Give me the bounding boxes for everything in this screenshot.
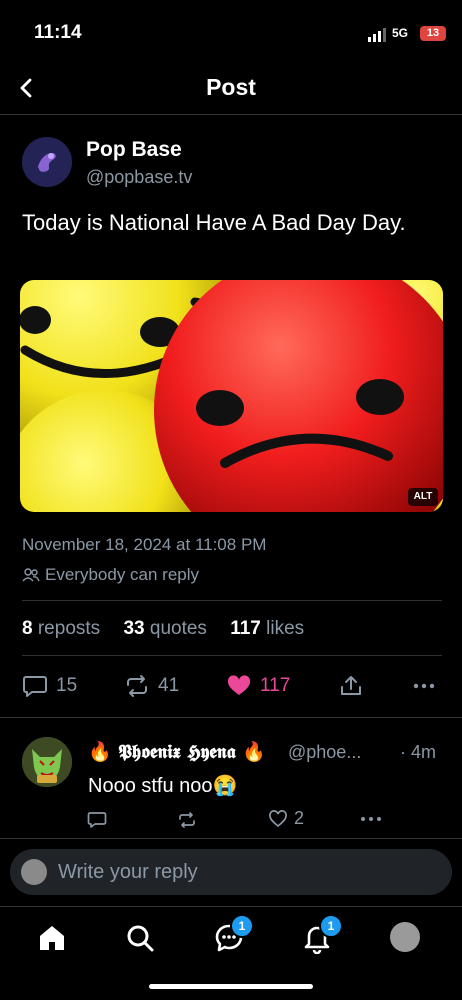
divider xyxy=(22,600,442,601)
repost-icon xyxy=(127,675,147,697)
messages-badge: 1 xyxy=(230,914,254,938)
post-image[interactable] xyxy=(20,280,443,512)
home-indicator xyxy=(149,984,313,989)
like-button[interactable]: 117 xyxy=(226,674,290,698)
reply-text: Nooo stfu noo😭 xyxy=(88,775,238,797)
author-avatar[interactable] xyxy=(22,137,72,187)
reply-button[interactable]: 15 xyxy=(22,674,77,698)
quotes-stat[interactable]: 33 quotes xyxy=(123,618,206,639)
search-icon[interactable] xyxy=(124,922,156,954)
post-timestamp: November 18, 2024 at 11:08 PM xyxy=(22,535,267,554)
home-icon[interactable] xyxy=(36,922,68,954)
notifications-badge: 1 xyxy=(319,914,343,938)
reply-input-placeholder[interactable]: Write your reply xyxy=(58,861,198,884)
composer-avatar xyxy=(21,859,47,885)
back-icon[interactable] xyxy=(16,76,38,100)
divider xyxy=(0,838,462,839)
smiley-faces-image xyxy=(20,280,443,512)
reply-repost-icon[interactable] xyxy=(177,810,197,830)
heart-filled-icon xyxy=(227,675,251,695)
more-options-icon[interactable] xyxy=(412,680,436,692)
repost-button[interactable]: 41 xyxy=(124,674,179,698)
heart-outline-icon xyxy=(269,809,287,827)
alt-text-badge[interactable]: ALT xyxy=(408,488,438,506)
author-handle[interactable]: @popbase.tv xyxy=(86,167,192,188)
reply-setting: Everybody can reply xyxy=(45,565,200,584)
author-name[interactable]: Pop Base xyxy=(86,138,182,162)
reply-avatar[interactable] xyxy=(22,737,72,787)
status-time: 11:14 xyxy=(34,22,82,43)
divider xyxy=(0,717,462,718)
network-label: 5G xyxy=(392,26,409,40)
reply-more-options-icon[interactable] xyxy=(360,814,382,824)
reply-author-handle[interactable]: @phoe... xyxy=(288,742,361,763)
post-text: Today is National Have A Bad Day Day. xyxy=(22,210,406,235)
pop-base-logo-icon xyxy=(22,137,72,187)
comment-icon xyxy=(23,676,47,697)
engagement-stats: 8 reposts 33 quotes 117 likes xyxy=(22,618,304,640)
share-icon[interactable] xyxy=(338,674,364,698)
reply-like-button[interactable]: 2 xyxy=(268,808,304,829)
likes-stat[interactable]: 117 likes xyxy=(230,618,304,639)
profile-avatar[interactable] xyxy=(390,922,420,952)
tabbar-divider xyxy=(0,906,462,907)
header-divider xyxy=(0,114,462,115)
reposts-stat[interactable]: 8 reposts xyxy=(22,618,100,639)
hyena-avatar-icon xyxy=(22,737,72,787)
battery-indicator: 13 xyxy=(420,26,446,41)
signal-icon xyxy=(368,28,386,42)
divider xyxy=(22,655,442,656)
page-title: Post xyxy=(206,74,256,100)
people-icon xyxy=(22,568,40,582)
reply-time: · 4m xyxy=(400,742,436,762)
reply-comment-icon[interactable] xyxy=(87,810,107,830)
reply-author-name[interactable]: 🔥 𝕻𝖍𝖔𝖊𝖓𝖎𝖝 𝕳𝖞𝖊𝖓𝖆 🔥 xyxy=(88,740,266,763)
